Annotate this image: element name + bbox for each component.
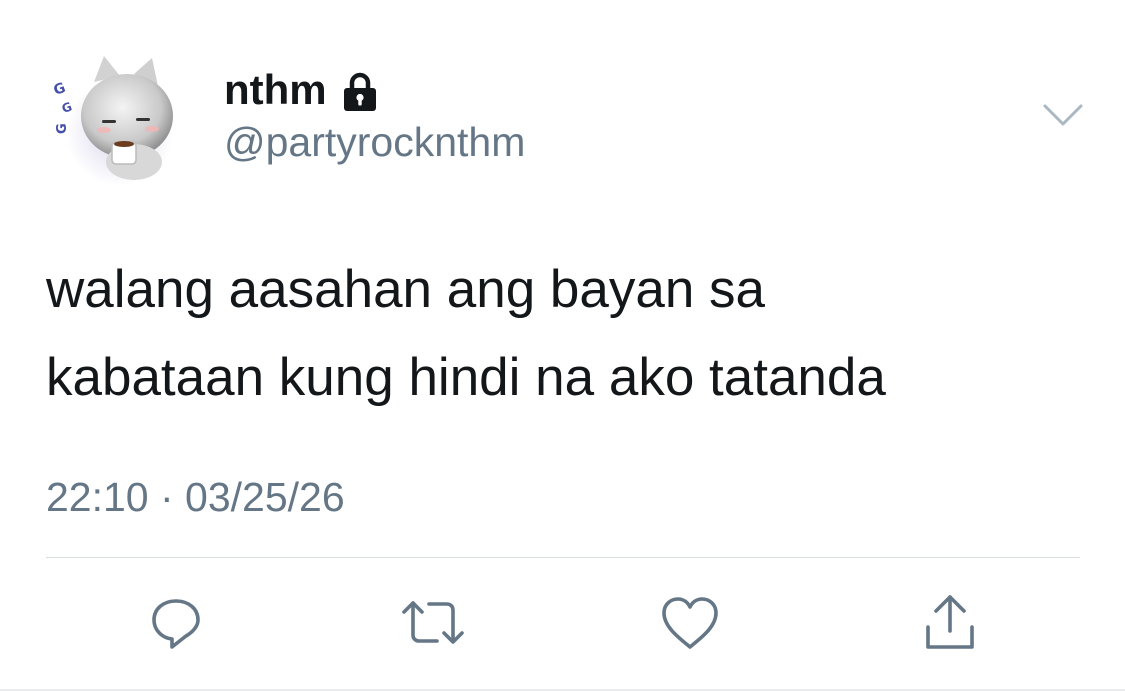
user-handle[interactable]: @partyrocknthm: [224, 118, 525, 166]
tweet-card: G G G nthm @partyrocknthm walang aasahan…: [0, 0, 1125, 691]
retweet-icon: [402, 601, 464, 644]
chevron-down-icon[interactable]: [1041, 100, 1085, 130]
like-icon: [662, 597, 718, 649]
avatar[interactable]: G G G: [48, 50, 186, 188]
lock-icon: [343, 72, 376, 111]
avatar-letter: G: [52, 80, 68, 99]
tweet-text-line: kabataan kung hindi na ako tatanda: [46, 348, 886, 407]
share-button[interactable]: [920, 593, 980, 653]
retweet-button[interactable]: [402, 593, 464, 653]
like-button[interactable]: [660, 593, 720, 653]
share-icon: [926, 595, 974, 649]
tweet-text: walang aasahan ang bayan sa kabataan kun…: [46, 246, 1086, 422]
divider: [46, 557, 1080, 558]
timestamp[interactable]: 22:10 · 03/25/26: [46, 473, 345, 521]
reply-icon: [152, 599, 200, 649]
reply-button[interactable]: [146, 593, 206, 653]
display-name-row: nthm: [224, 66, 379, 114]
display-name[interactable]: nthm: [224, 66, 327, 114]
avatar-letter: G: [55, 123, 70, 134]
tweet-text-line: walang aasahan ang bayan sa: [46, 260, 766, 319]
